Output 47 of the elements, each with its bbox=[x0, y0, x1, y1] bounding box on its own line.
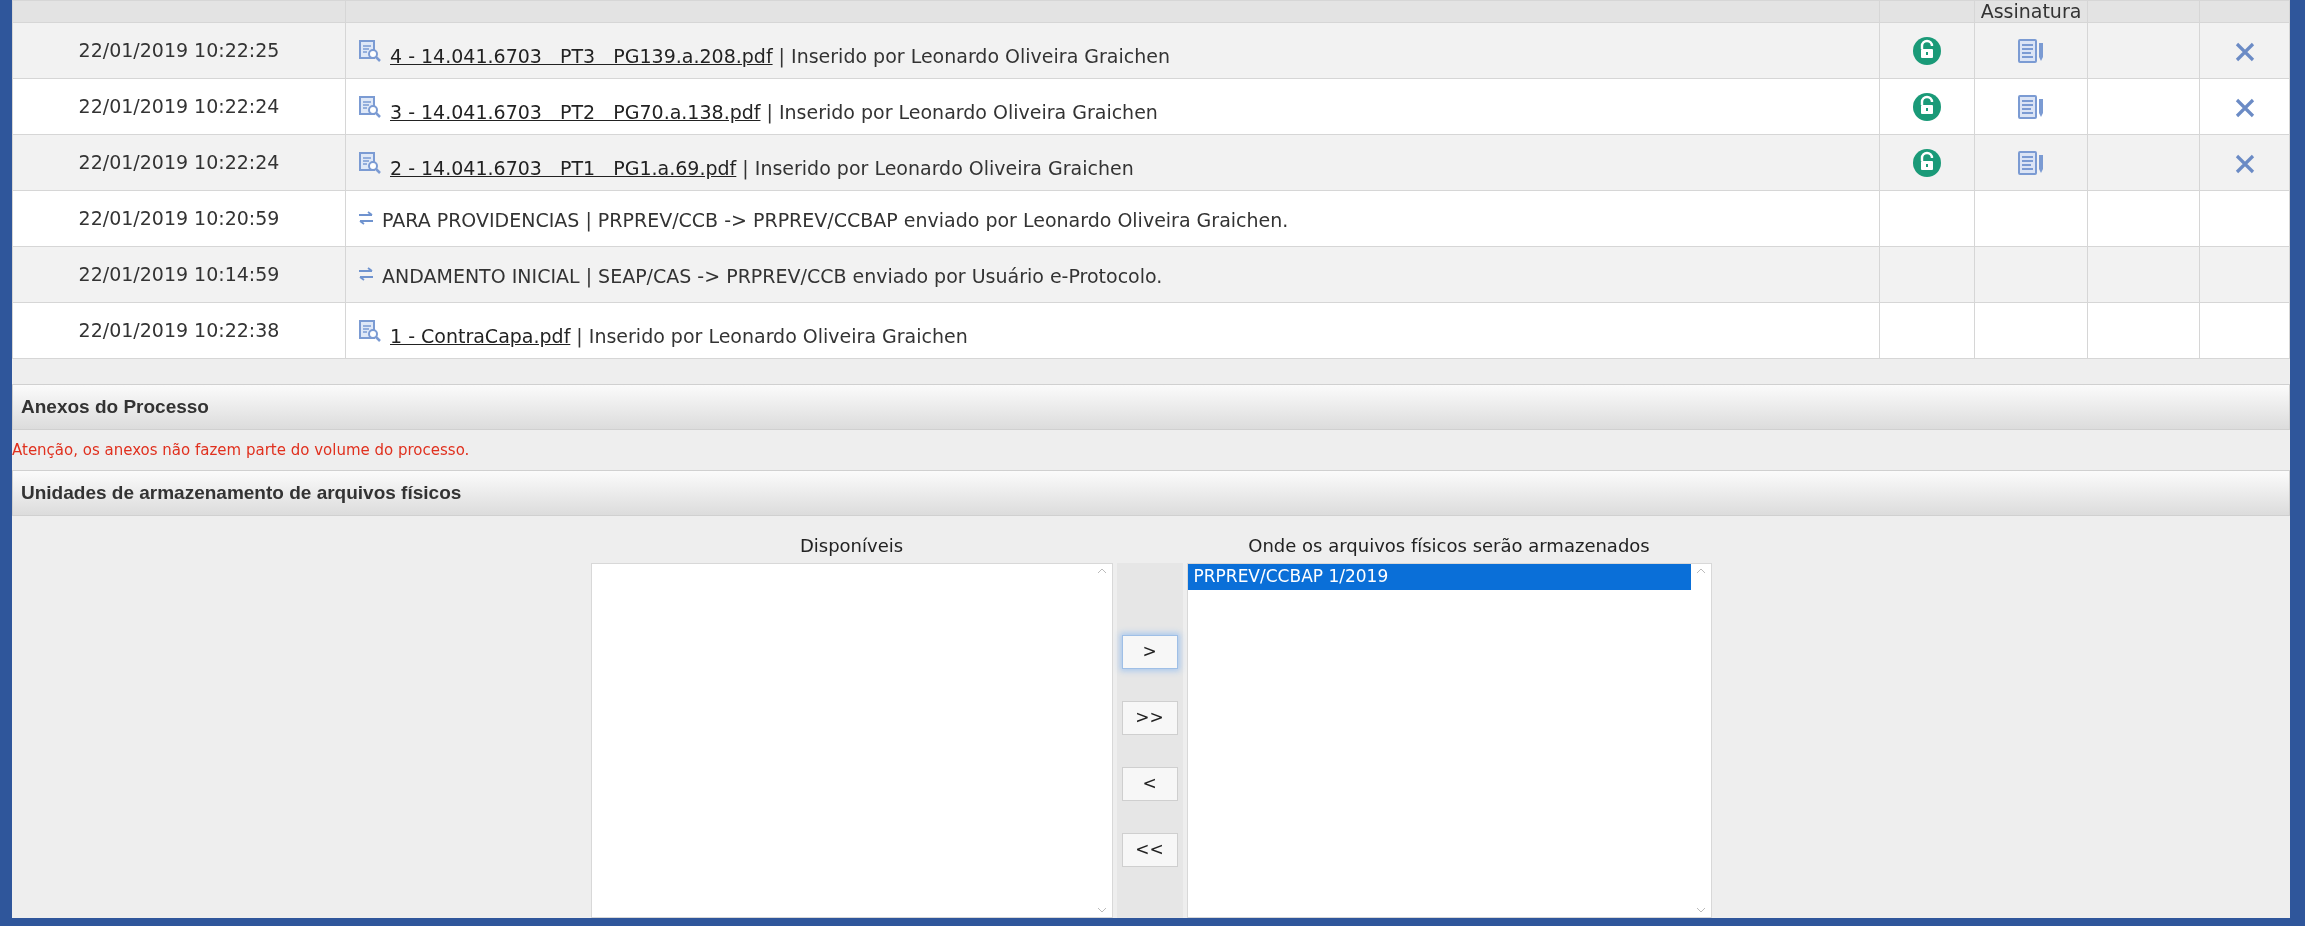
document-search-icon bbox=[358, 94, 382, 119]
section-header: Anexos do Processo bbox=[12, 383, 2290, 430]
section-header: Unidades de armazenamento de arquivos físicos bbox=[12, 469, 2290, 516]
uploader-text: | Inserido por Leonardo Oliveira Graichen bbox=[765, 101, 1158, 124]
document-link[interactable]: 2 - 14.041.6703 PT1 PG1.a.69.pdf bbox=[390, 157, 737, 180]
scroll-down-icon[interactable] bbox=[1695, 907, 1706, 913]
unlocked-padlock-icon[interactable] bbox=[1913, 149, 1941, 178]
event-text: ANDAMENTO INICIAL | SEAP/CAS -> PRPREV/CCB enviado por Usuário e-Protocolo. bbox=[382, 265, 1163, 288]
document-link[interactable]: 1 - ContraCapa.pdf bbox=[390, 325, 571, 348]
list-option[interactable]: PRPREV/CCBAP 1/2019 bbox=[1187, 564, 1691, 590]
date-time-text: 22/01/2019 10:22:24 bbox=[78, 95, 280, 118]
sign-document-icon[interactable] bbox=[2016, 93, 2046, 122]
warning-text: Atenção, os anexos não fazem parte do volume do processo. bbox=[12, 440, 471, 461]
move-button[interactable]: << bbox=[1121, 833, 1178, 867]
unlocked-padlock-icon[interactable] bbox=[1913, 93, 1941, 122]
date-time-text: 22/01/2019 10:22:24 bbox=[78, 151, 280, 174]
date-time-text: 22/01/2019 10:22:38 bbox=[78, 319, 280, 342]
move-button[interactable]: >> bbox=[1121, 701, 1178, 735]
document-link[interactable]: 4 - 14.041.6703 PT3 PG139.a.208.pdf bbox=[390, 45, 773, 68]
date-time-text: 22/01/2019 10:22:25 bbox=[78, 39, 280, 62]
delete-icon[interactable] bbox=[2233, 40, 2256, 63]
sign-document-icon[interactable] bbox=[2016, 149, 2046, 178]
document-search-icon bbox=[358, 150, 382, 175]
unlocked-padlock-icon[interactable] bbox=[1913, 37, 1941, 66]
scroll-down-icon[interactable] bbox=[1096, 907, 1107, 913]
transfer-icon bbox=[358, 210, 374, 225]
uploader-text: | Inserido por Leonardo Oliveira Graichen bbox=[777, 45, 1170, 68]
column-header: Assinatura bbox=[1980, 1, 2082, 22]
scroll-up-icon[interactable] bbox=[1096, 568, 1107, 574]
delete-icon[interactable] bbox=[2233, 152, 2256, 175]
document-search-icon bbox=[358, 318, 382, 343]
document-search-icon bbox=[358, 38, 382, 63]
uploader-text: | Inserido por Leonardo Oliveira Graichen bbox=[741, 157, 1134, 180]
storage-listbox[interactable]: PRPREV/CCBAP 1/2019 bbox=[1186, 563, 1712, 918]
scroll-up-icon[interactable] bbox=[1695, 568, 1706, 574]
date-time-text: 22/01/2019 10:20:59 bbox=[78, 207, 280, 230]
document-link[interactable]: 3 - 14.041.6703 PT2 PG70.a.138.pdf bbox=[390, 101, 761, 124]
uploader-text: | Inserido por Leonardo Oliveira Graichen bbox=[575, 325, 968, 348]
date-time-text: 22/01/2019 10:14:59 bbox=[78, 263, 280, 286]
transfer-icon bbox=[358, 266, 374, 281]
event-text: PARA PROVIDENCIAS | PRPREV/CCB -> PRPREV/CCBAP enviado por Leonardo Oliveira Graichen. bbox=[382, 209, 1289, 232]
delete-icon[interactable] bbox=[2233, 96, 2256, 119]
sign-document-icon[interactable] bbox=[2016, 37, 2046, 66]
move-button[interactable]: > bbox=[1121, 635, 1178, 669]
list-label: Onde os arquivos físicos serão armazenados bbox=[1247, 534, 1651, 558]
move-button[interactable]: < bbox=[1121, 767, 1178, 801]
list-label: Disponíveis bbox=[798, 534, 905, 558]
